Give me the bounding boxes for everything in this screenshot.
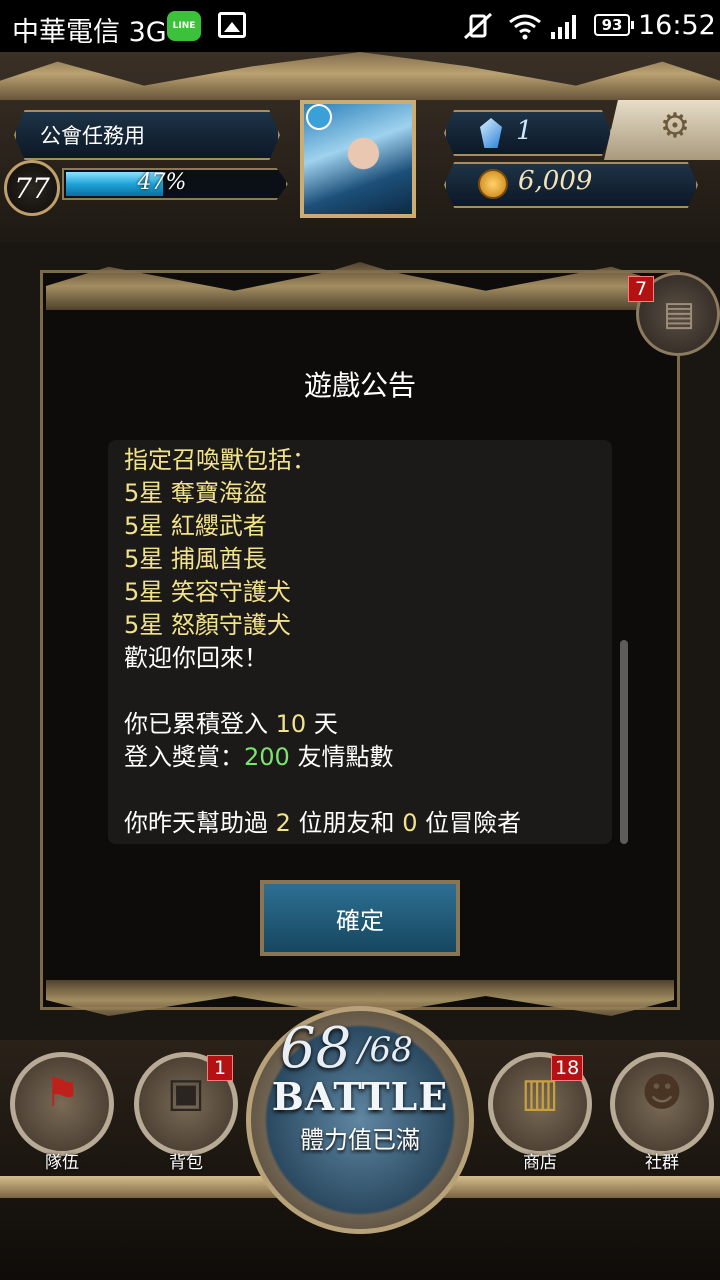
friends-icon: ☻ <box>641 1070 683 1116</box>
stamina-max: /68 <box>358 1030 413 1070</box>
reward-prefix: 登入獎賞： <box>124 743 244 771</box>
summon-item: 5星 笑容守護犬 <box>124 578 291 606</box>
social-label: 社群 <box>645 1153 679 1173</box>
help-suffix: 位冒險者 <box>417 809 522 837</box>
shop-label: 商店 <box>523 1153 557 1173</box>
help-middle: 位朋友和 <box>290 809 403 837</box>
gear-icon: ⚙ <box>659 106 691 146</box>
battle-label: BATTLE <box>271 1074 449 1119</box>
vibrate-mute-icon <box>463 12 493 40</box>
element-badge-icon <box>306 104 332 130</box>
reward-amount: 200 <box>244 743 290 771</box>
reward-suffix: 友情點數 <box>289 743 394 771</box>
login-reward-line: 登入獎賞：200 友情點數 <box>124 737 393 772</box>
carrier-label: 中華電信 3G <box>12 17 167 48</box>
flag-icon: ⚑ <box>44 1070 80 1116</box>
clock: 16:52 <box>638 10 716 41</box>
login-days: 10 <box>275 710 307 738</box>
summon-header: 指定召喚獸包括： <box>124 446 316 474</box>
help-friends-count: 2 <box>275 809 291 837</box>
login-days-line: 你已累積登入 10 天 <box>124 704 338 739</box>
confirm-button[interactable]: 確定 <box>260 880 460 956</box>
login-prefix: 你已累積登入 <box>124 710 276 738</box>
help-prefix: 你昨天幫助過 <box>124 809 276 837</box>
summon-item: 5星 奪寶海盜 <box>124 479 267 507</box>
player-level: 77 <box>4 160 60 216</box>
bag-label: 背包 <box>169 1153 203 1173</box>
line-app-icon: LINE <box>167 11 201 41</box>
stamina-current: 68 <box>280 1016 352 1081</box>
stamina-status: 體力值已滿 <box>300 1126 420 1154</box>
summon-item: 5星 紅纓武者 <box>124 512 267 540</box>
coin-count: 6,009 <box>518 166 593 196</box>
mailbox-badge: 7 <box>628 276 654 302</box>
gem-count: 1 <box>516 116 533 146</box>
status-bar: 中華電信 3G LINE 93 16:52 <box>0 0 720 52</box>
login-suffix: 天 <box>306 710 338 738</box>
dialog-title: 遊戲公告 <box>303 369 416 402</box>
signal-strength-icon <box>551 15 576 39</box>
battery-indicator: 93 <box>594 14 634 36</box>
guild-name: 公會任務用 <box>40 124 145 148</box>
welcome-text: 歡迎你回來！ <box>124 644 268 672</box>
notice-content[interactable]: 指定召喚獸包括： 5星 奪寶海盜 5星 紅纓武者 5星 捕風酋長 5星 笑容守護… <box>108 440 612 844</box>
coin-icon <box>478 169 508 199</box>
summon-item: 5星 怒顏守護犬 <box>124 611 291 639</box>
summon-item: 5星 捕風酋長 <box>124 545 267 573</box>
help-line: 你昨天幫助過 2 位朋友和 0 位冒險者 <box>124 803 521 838</box>
wifi-icon <box>509 14 541 40</box>
bag-badge: 1 <box>207 1055 233 1081</box>
exp-percent: 47% <box>137 170 187 195</box>
mailbox-icon: ▤ <box>662 294 696 334</box>
help-adventurers-count: 0 <box>402 809 418 837</box>
shop-badge: 18 <box>551 1055 584 1081</box>
notice-scrollbar[interactable] <box>620 640 628 844</box>
gallery-notification-icon <box>218 12 246 38</box>
team-label: 隊伍 <box>45 1153 79 1173</box>
